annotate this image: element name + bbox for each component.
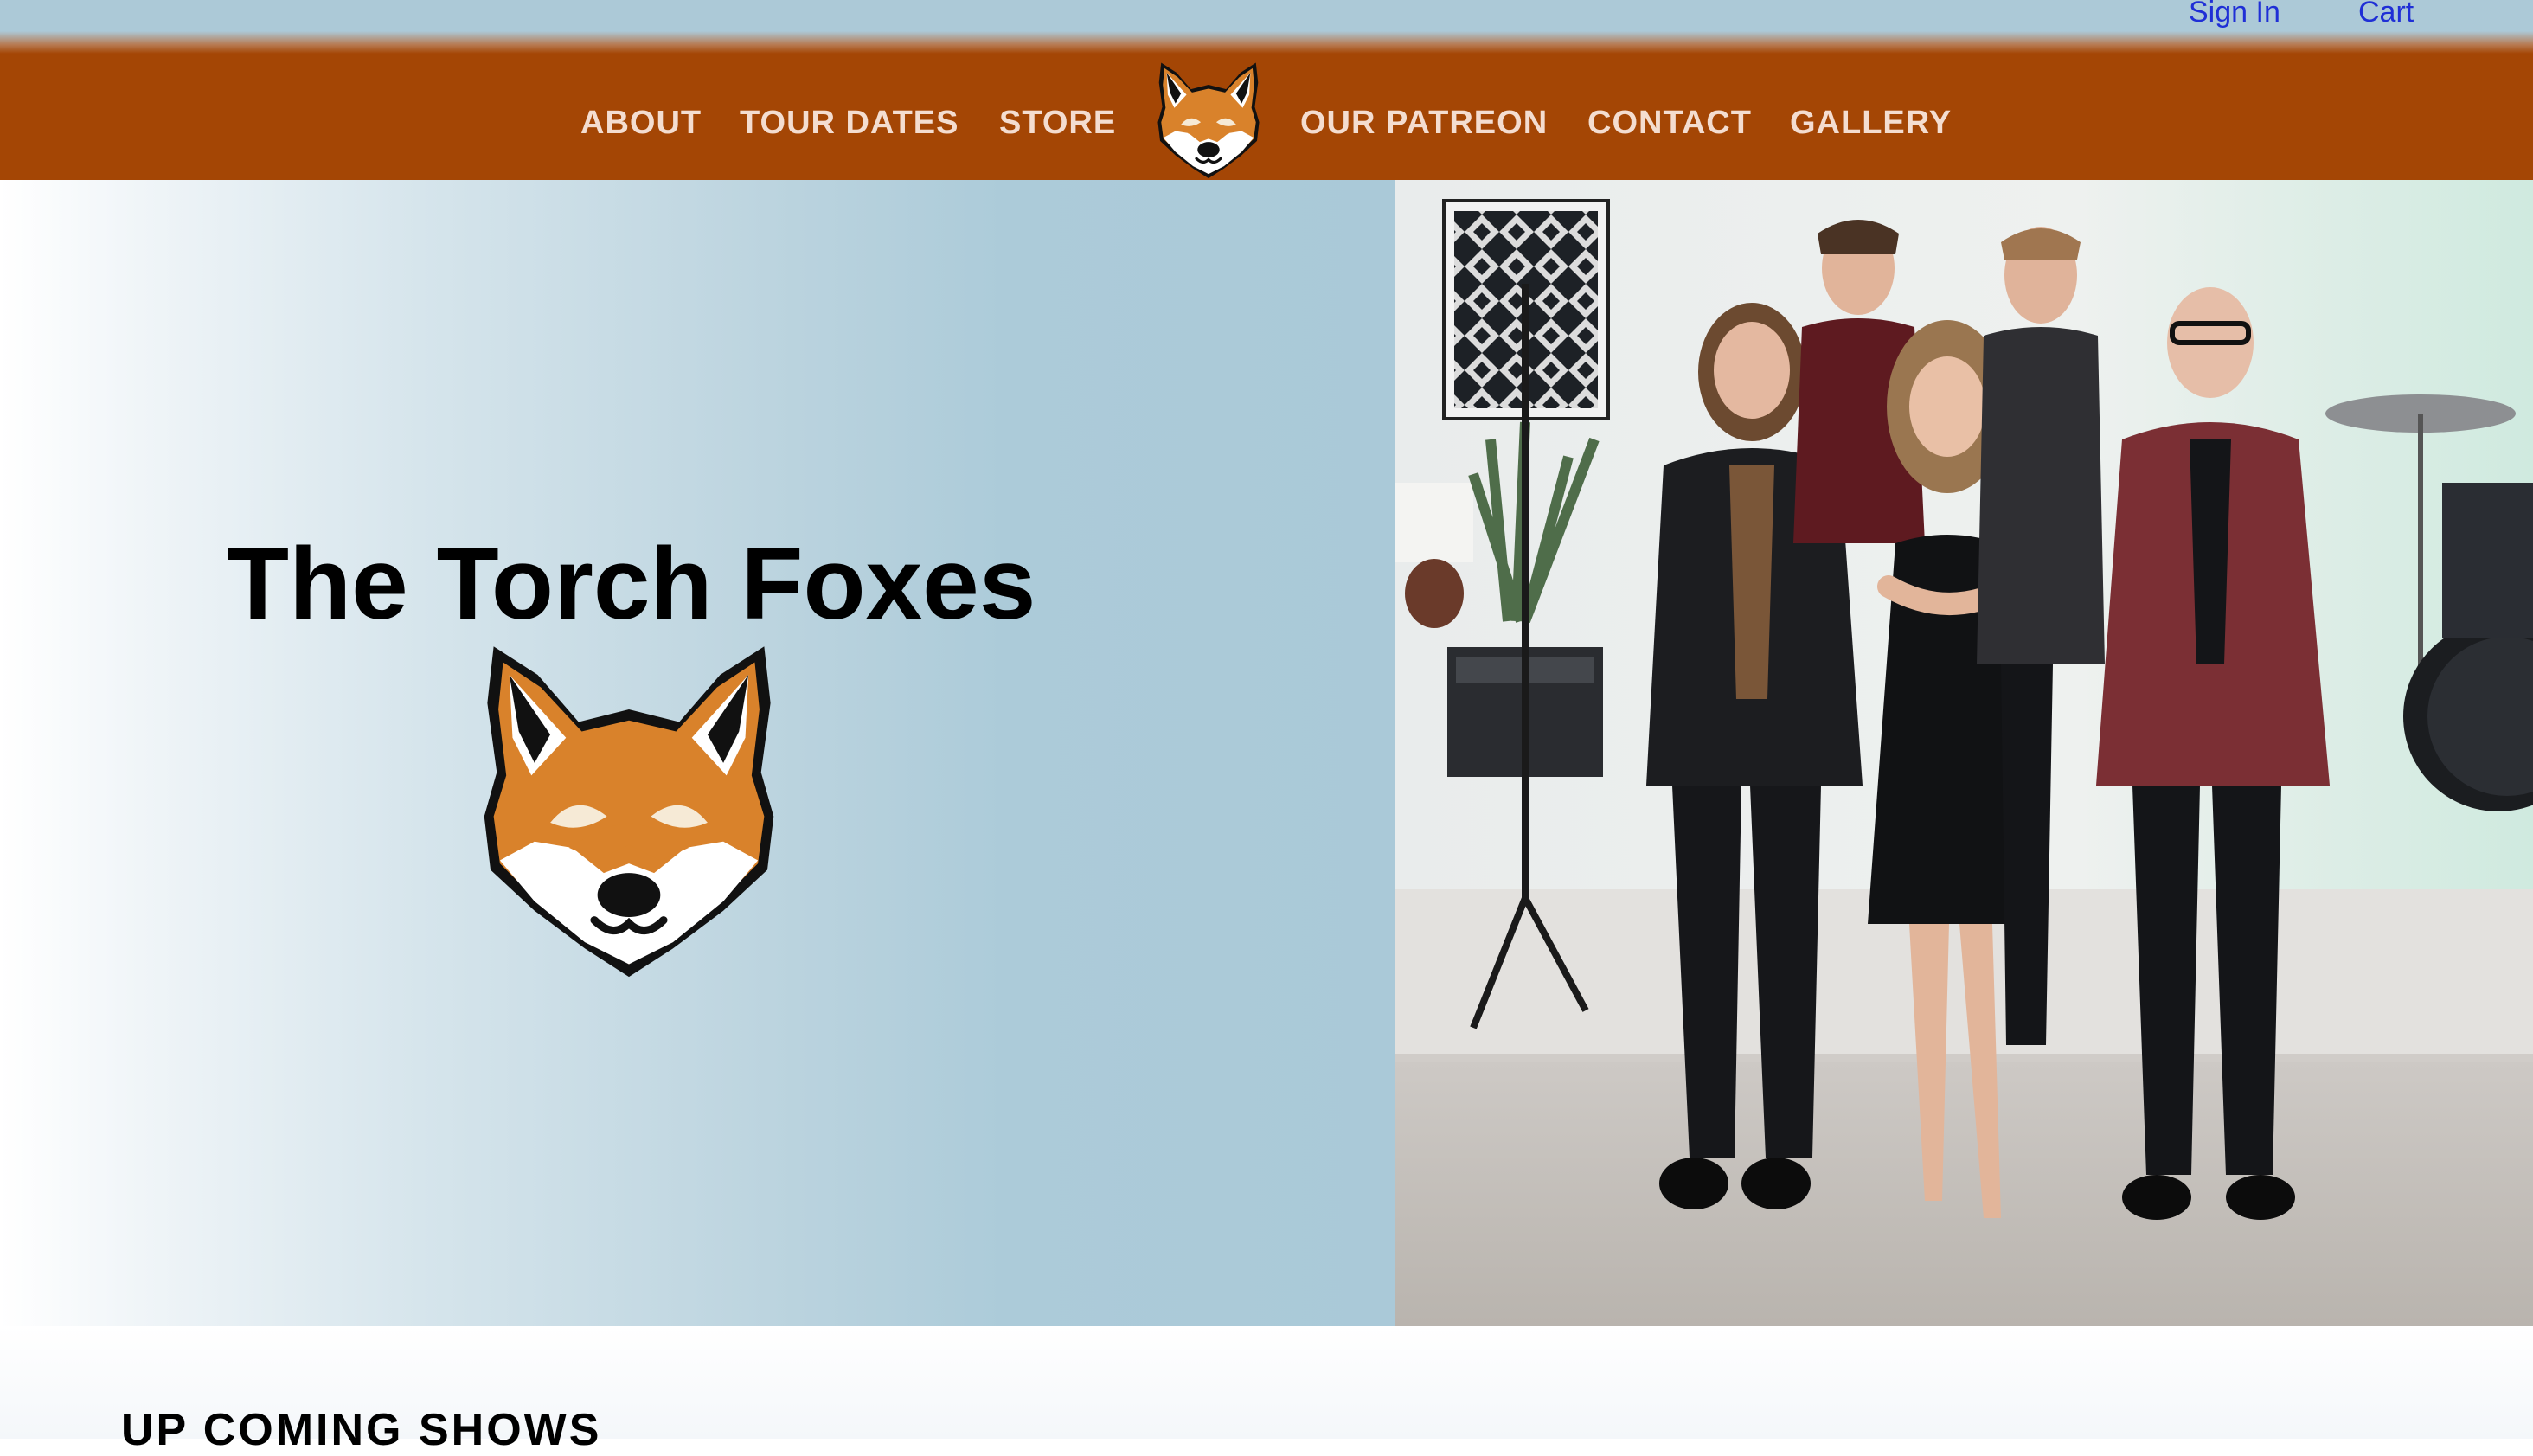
fox-head-icon[interactable] [1147, 61, 1270, 182]
cart-link[interactable]: Cart [2358, 0, 2414, 29]
upcoming-shows-heading: UP COMING SHOWS [121, 1405, 602, 1455]
top-utility-bar: Sign In Cart [0, 0, 2533, 54]
hero-section: The Torch Foxes [0, 180, 2533, 1326]
upcoming-shows-section: UP COMING SHOWS [0, 1326, 2533, 1455]
main-navigation: ABOUT TOUR DATES STORE OUR PATREON CONTA… [0, 54, 2533, 180]
nav-our-patreon[interactable]: OUR PATREON [1300, 104, 1548, 142]
nav-tour-dates[interactable]: TOUR DATES [740, 104, 959, 142]
band-name-title: The Torch Foxes [227, 527, 1036, 641]
hero-text-panel: The Torch Foxes [0, 180, 1395, 1326]
band-group-photo [1395, 180, 2533, 1326]
nav-about[interactable]: ABOUT [580, 104, 702, 142]
fox-head-icon [470, 640, 788, 986]
nav-store[interactable]: STORE [999, 104, 1116, 142]
nav-gallery[interactable]: GALLERY [1790, 104, 1952, 142]
sign-in-link[interactable]: Sign In [2189, 0, 2280, 29]
nav-contact[interactable]: CONTACT [1587, 104, 1752, 142]
